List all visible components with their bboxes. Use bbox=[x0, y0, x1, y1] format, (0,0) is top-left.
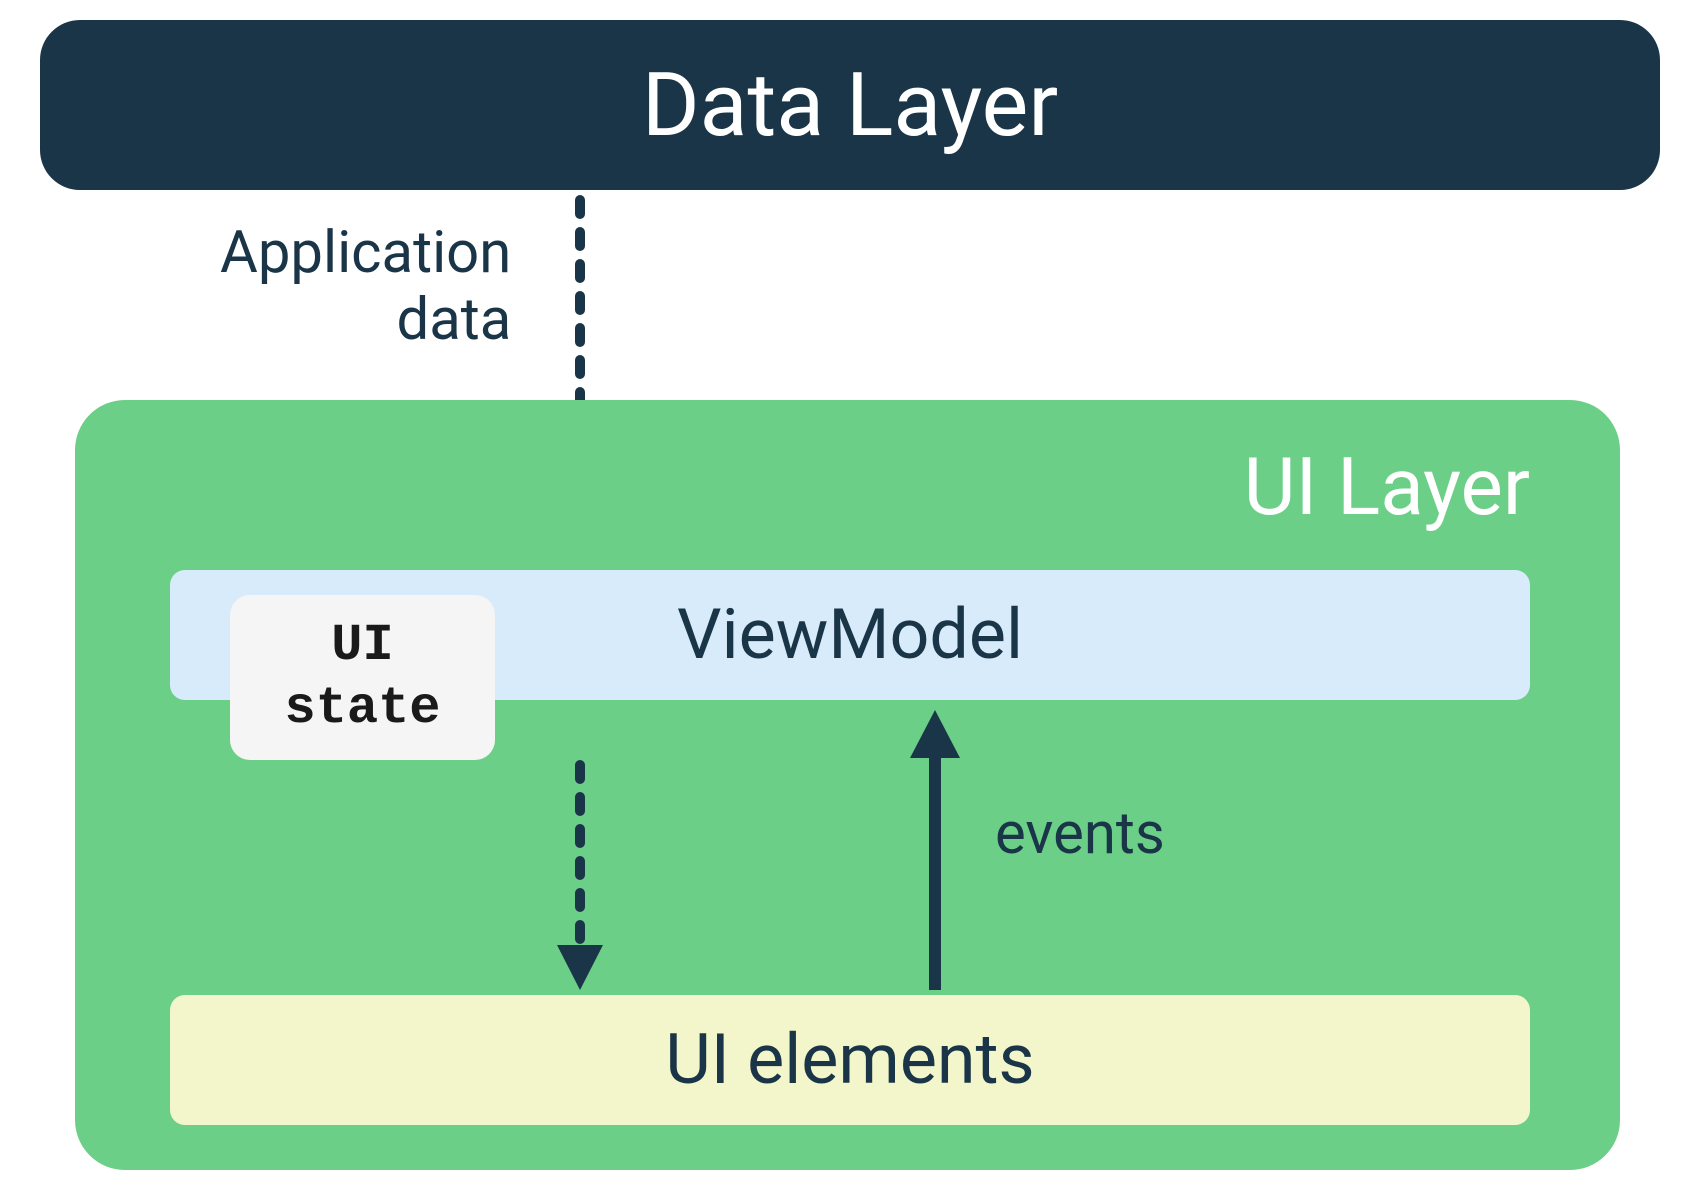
application-data-label: Application data bbox=[220, 220, 511, 353]
ui-state-text: UI state bbox=[284, 615, 440, 740]
ui-state-line2: state bbox=[284, 678, 440, 740]
viewmodel-label: ViewModel bbox=[677, 594, 1023, 676]
arrow-viewmodel-to-elements bbox=[575, 765, 585, 990]
data-layer-box: Data Layer bbox=[40, 20, 1660, 190]
data-layer-label: Data Layer bbox=[642, 54, 1058, 157]
application-data-line1: Application bbox=[220, 220, 511, 287]
ui-state-box: UI state bbox=[230, 595, 495, 760]
ui-layer-box: UI Layer ViewModel UI state events UI el… bbox=[75, 400, 1620, 1170]
ui-elements-label: UI elements bbox=[665, 1019, 1034, 1101]
arrow-elements-to-viewmodel bbox=[930, 710, 940, 990]
events-label: events bbox=[995, 800, 1165, 868]
ui-state-line1: UI bbox=[284, 615, 440, 677]
application-data-line2: data bbox=[220, 287, 511, 354]
ui-layer-label: UI Layer bbox=[1244, 440, 1530, 534]
ui-elements-box: UI elements bbox=[170, 995, 1530, 1125]
